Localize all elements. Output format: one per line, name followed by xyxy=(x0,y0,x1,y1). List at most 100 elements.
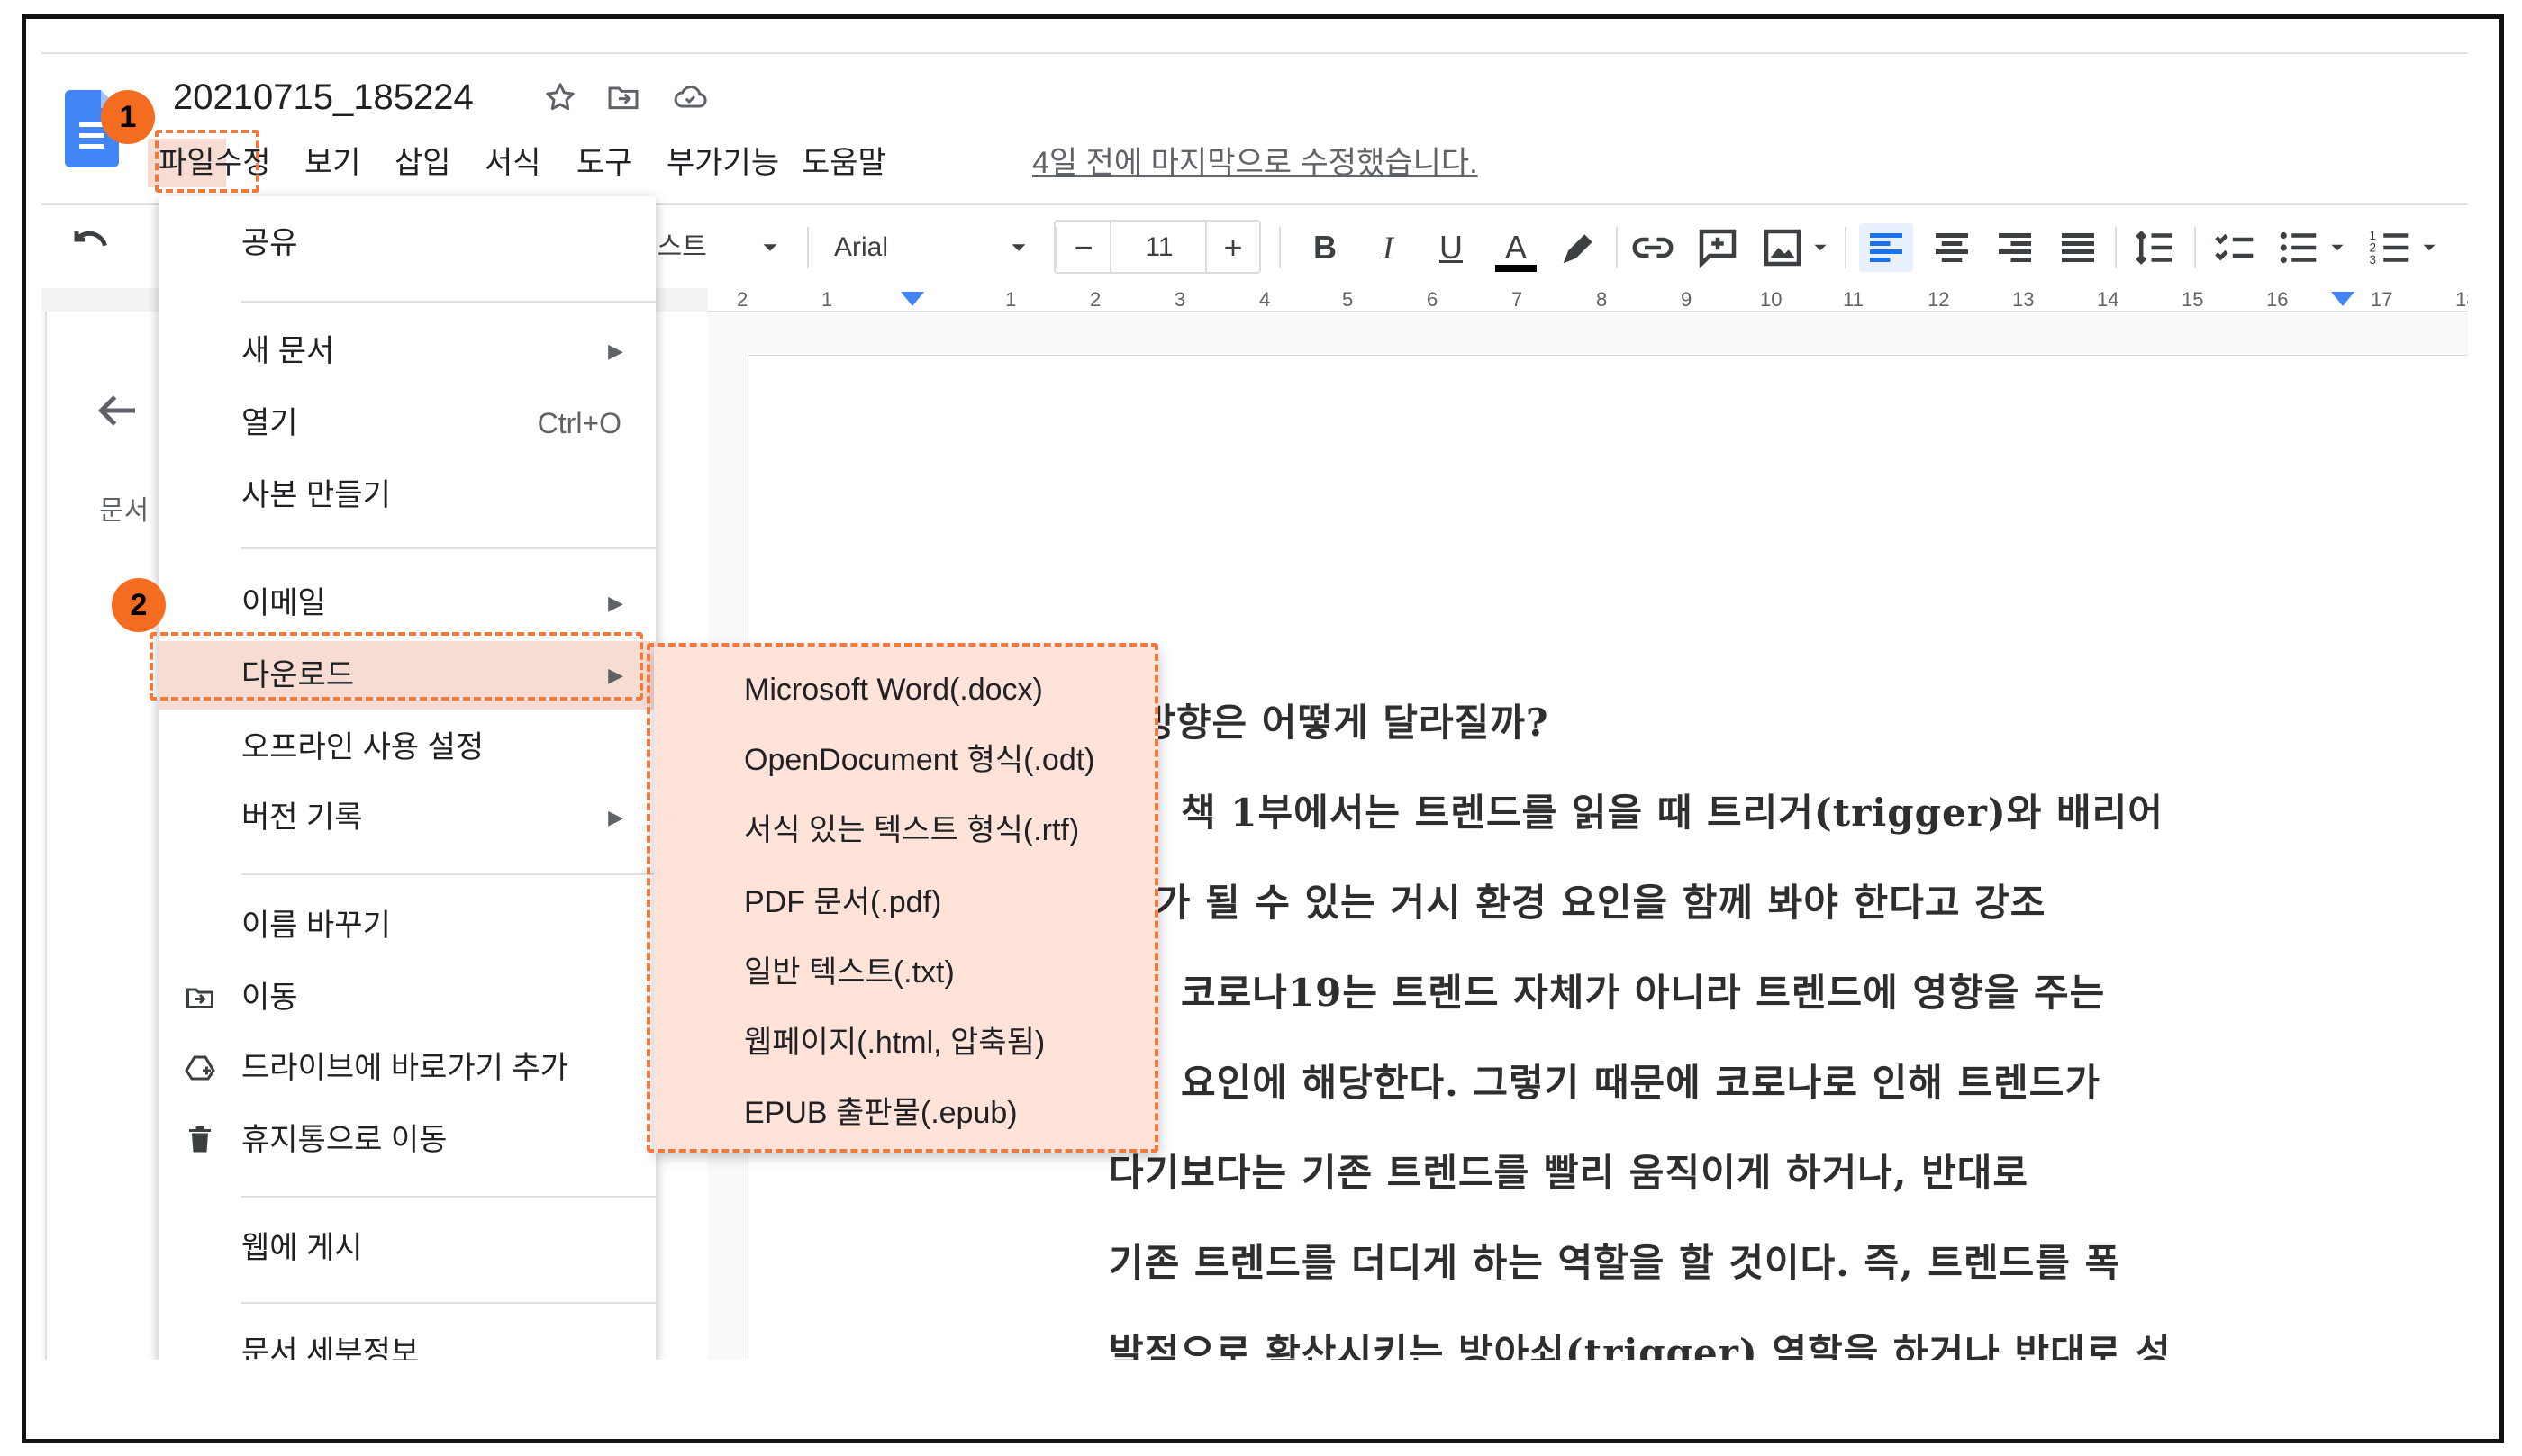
file-menu-version-history[interactable]: 버전 기록 ▶ xyxy=(159,783,656,852)
document-text-line: er)가 될 수 있는 거시 환경 요인을 함께 봐야 한다고 강조 xyxy=(1091,881,2046,925)
drive-shortcut-icon xyxy=(185,1055,215,1081)
left-indent-marker[interactable] xyxy=(901,292,924,306)
image-dropdown-icon[interactable] xyxy=(1809,223,1832,272)
menu-insert[interactable]: 삽입 xyxy=(395,139,451,187)
align-right-icon[interactable] xyxy=(1991,223,2039,272)
document-text-line: 다기보다는 기존 트렌드를 빨리 움직이게 하거나, 반대로 xyxy=(1109,1151,2029,1195)
cloud-saved-icon[interactable] xyxy=(672,79,708,115)
svg-text:3: 3 xyxy=(2370,253,2377,267)
ruler-number: 5 xyxy=(1342,288,1354,311)
document-text-line: 기 방향은 어떻게 달라질까? xyxy=(1091,701,1549,745)
ruler-number: 15 xyxy=(2182,288,2204,311)
file-menu-move[interactable]: 이동 xyxy=(159,963,656,1032)
file-menu-offline[interactable]: 오프라인 사용 설정 xyxy=(159,713,656,782)
trash-icon xyxy=(189,1126,211,1153)
line-spacing-icon[interactable] xyxy=(2131,223,2180,272)
submenu-arrow-icon: ▶ xyxy=(608,592,623,614)
file-menu-trash[interactable]: 휴지통으로 이동 xyxy=(159,1106,656,1174)
align-center-icon[interactable] xyxy=(1928,223,1976,272)
menu-tools[interactable]: 도구 xyxy=(576,139,633,187)
file-menu-email[interactable]: 이메일 ▶ xyxy=(159,569,656,638)
ruler-number: 17 xyxy=(2371,288,2393,311)
ruler-number: 11 xyxy=(1843,288,1864,311)
outline-label: 문서 xyxy=(99,496,150,526)
underline-button[interactable]: U xyxy=(1429,223,1474,272)
menu-help[interactable]: 도움말 xyxy=(802,139,886,187)
ruler-number: 12 xyxy=(1928,288,1950,311)
document-text-line: 기존 트렌드를 더디게 하는 역할을 할 것이다. 즉, 트렌드를 폭 xyxy=(1109,1241,2121,1285)
step-1-badge: 1 xyxy=(101,90,155,144)
text-color-button[interactable]: A xyxy=(1492,223,1540,272)
document-text-line: 책 1부에서는 트렌드를 읽을 때 트리거(trigger)와 배리어 xyxy=(1181,791,2164,835)
bulleted-list-icon[interactable] xyxy=(2273,223,2322,272)
font-dropdown-icon[interactable] xyxy=(1005,223,1032,272)
document-text-line: 발적으로 확산시키는 방아쇠(trigger) 역할을 하거나 반대로 성 xyxy=(1109,1331,2172,1360)
ruler-number: 3 xyxy=(1175,288,1186,311)
file-menu-doc-details[interactable]: 문서 세부정보 xyxy=(159,1318,656,1360)
ruler-number: 1 xyxy=(1005,288,1017,311)
star-icon[interactable] xyxy=(542,79,578,115)
insert-link-icon[interactable] xyxy=(1628,223,1677,272)
style-dropdown-icon[interactable] xyxy=(757,223,784,272)
move-folder-icon xyxy=(186,988,213,1008)
ruler-number: 1 xyxy=(821,288,833,311)
menu-addons[interactable]: 부가기능 xyxy=(667,139,779,187)
add-comment-icon[interactable] xyxy=(1693,223,1742,272)
file-menu-rename[interactable]: 이름 바꾸기 xyxy=(159,891,656,960)
ruler-number: 9 xyxy=(1681,288,1692,311)
font-size-input[interactable]: 11 xyxy=(1113,223,1205,272)
ruler-number: 14 xyxy=(2097,288,2119,311)
file-menu-callout-box xyxy=(155,130,259,193)
ruler-number: 13 xyxy=(2012,288,2035,311)
back-arrow-icon[interactable] xyxy=(90,384,144,438)
font-select[interactable]: Arial xyxy=(834,223,924,272)
menu-view[interactable]: 보기 xyxy=(304,139,361,187)
submenu-arrow-icon: ▶ xyxy=(608,339,623,362)
align-justify-icon[interactable] xyxy=(2054,223,2102,272)
ruler-number: 2 xyxy=(737,288,748,311)
undo-icon[interactable] xyxy=(68,223,117,272)
google-docs-window: 20210715_185224 파일 수정 보기 삽입 서식 도구 부가기능 도… xyxy=(41,52,2468,1360)
ruler-number: 7 xyxy=(1511,288,1523,311)
file-menu-publish-web[interactable]: 웹에 게시 xyxy=(159,1214,656,1282)
document-text-line: 요인에 해당한다. 그렇기 때문에 코로나로 인해 트렌드가 xyxy=(1181,1061,2101,1105)
ruler-number: 2 xyxy=(1090,288,1102,311)
bold-button[interactable]: B xyxy=(1302,223,1347,272)
font-size-decrease-button[interactable]: − xyxy=(1059,223,1108,272)
align-left-icon[interactable] xyxy=(1859,223,1913,272)
ruler-number: 18 xyxy=(2455,288,2468,311)
step-2-badge: 2 xyxy=(112,578,166,632)
top-divider xyxy=(41,52,2468,54)
ruler-number: 10 xyxy=(1760,288,1783,311)
document-text-line: 코로나19는 트렌드 자체가 아니라 트렌드에 영향을 주는 xyxy=(1181,971,2106,1015)
right-indent-marker[interactable] xyxy=(2331,292,2354,306)
bulleted-list-dropdown-icon[interactable] xyxy=(2326,223,2349,272)
last-edit-link[interactable]: 4일 전에 마지막으로 수정했습니다. xyxy=(1032,139,1478,187)
italic-button[interactable]: I xyxy=(1365,223,1411,272)
ruler-number: 4 xyxy=(1259,288,1271,311)
submenu-arrow-icon: ▶ xyxy=(608,806,623,828)
checklist-icon[interactable] xyxy=(2210,223,2259,272)
ruler-number: 16 xyxy=(2266,288,2289,311)
file-menu-new[interactable]: 새 문서 ▶ xyxy=(159,317,656,385)
download-submenu-callout-box xyxy=(647,643,1158,1153)
font-size-increase-button[interactable]: + xyxy=(1209,223,1257,272)
ruler-number: 6 xyxy=(1427,288,1438,311)
file-menu: 공유 새 문서 ▶ 열기 Ctrl+O 사본 만들기 이메일 ▶ 다운로드 ▶ 오프라인… xyxy=(159,196,656,1360)
move-to-folder-icon[interactable] xyxy=(605,79,641,115)
ruler-scale[interactable]: 2 1 1 2 3 4 5 6 7 8 9 10 11 12 13 14 15 … xyxy=(708,288,2468,312)
document-title[interactable]: 20210715_185224 xyxy=(173,77,474,118)
file-menu-share[interactable]: 공유 xyxy=(159,209,656,277)
numbered-list-dropdown-icon[interactable] xyxy=(2418,223,2441,272)
numbered-list-icon[interactable]: 123 xyxy=(2365,223,2414,272)
ruler-number: 8 xyxy=(1596,288,1608,311)
file-menu-make-copy[interactable]: 사본 만들기 xyxy=(159,461,656,529)
highlight-pen-icon[interactable] xyxy=(1556,223,1601,272)
menu-format[interactable]: 서식 xyxy=(485,139,541,187)
text-color-label: A xyxy=(1504,229,1527,266)
file-menu-add-shortcut[interactable]: 드라이브에 바로가기 추가 xyxy=(159,1034,656,1102)
file-menu-open[interactable]: 열기 Ctrl+O xyxy=(159,389,656,457)
insert-image-icon[interactable] xyxy=(1758,223,1807,272)
open-shortcut: Ctrl+O xyxy=(537,407,621,439)
download-callout-box xyxy=(150,632,643,701)
